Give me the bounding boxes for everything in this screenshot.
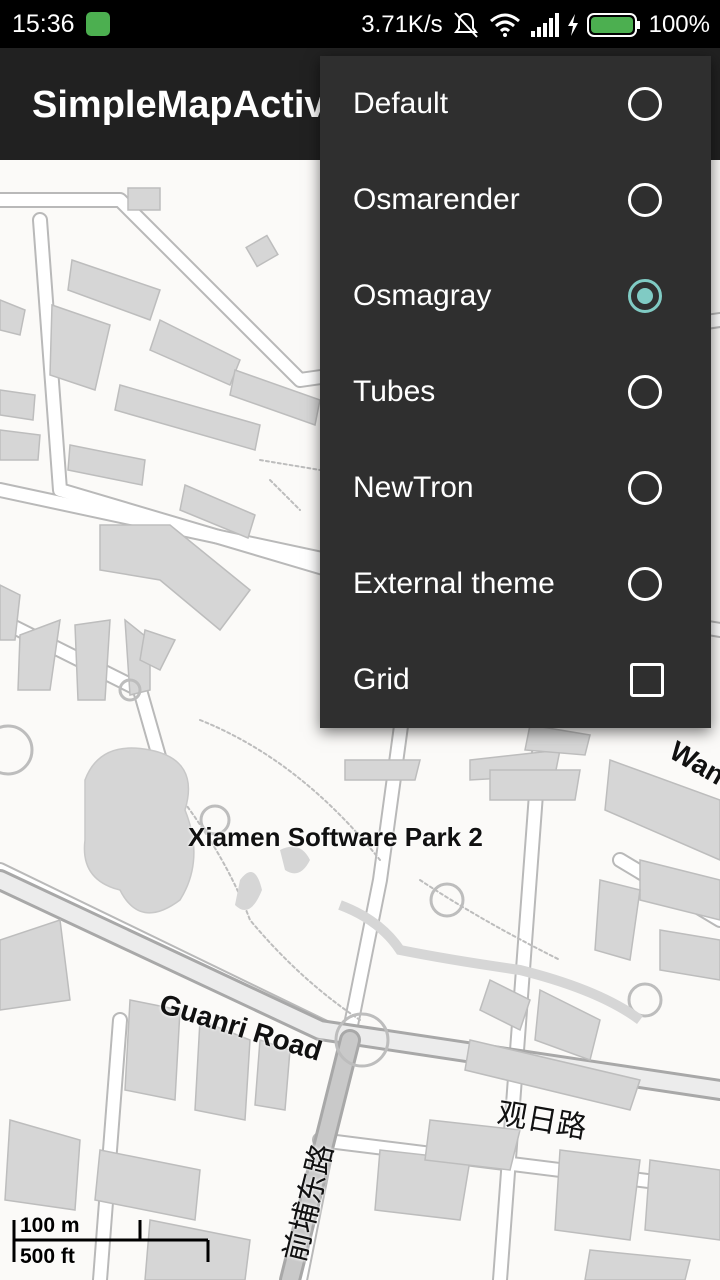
scale-imperial: 500 ft xyxy=(20,1245,75,1268)
radio-button[interactable] xyxy=(628,87,662,121)
menu-item-external-theme[interactable]: External theme xyxy=(320,536,711,632)
menu-item-label: Osmarender xyxy=(353,183,520,216)
menu-item-label: NewTron xyxy=(353,471,474,504)
menu-item-label: External theme xyxy=(353,567,555,600)
grid-checkbox[interactable] xyxy=(630,663,664,697)
scale-bar: 100 m 500 ft xyxy=(12,1212,212,1270)
menu-item-label: Grid xyxy=(353,663,410,696)
charging-icon xyxy=(567,14,578,36)
mute-icon xyxy=(453,12,478,38)
wifi-icon xyxy=(489,13,520,37)
app-notification-icon xyxy=(86,12,110,36)
menu-item-tubes[interactable]: Tubes xyxy=(320,344,711,440)
menu-item-label: Osmagray xyxy=(353,279,492,312)
status-time: 15:36 xyxy=(12,10,75,38)
radio-button[interactable] xyxy=(628,567,662,601)
menu-item-label: Tubes xyxy=(353,375,436,408)
menu-item-newtron[interactable]: NewTron xyxy=(320,440,711,536)
network-speed: 3.71K/s xyxy=(361,11,443,38)
status-bar: 15:36 3.71K/s 100% xyxy=(0,0,720,48)
radio-button[interactable] xyxy=(628,471,662,505)
scale-metric: 100 m xyxy=(20,1214,80,1237)
signal-icon xyxy=(530,13,559,37)
menu-item-osmarender[interactable]: Osmarender xyxy=(320,152,711,248)
menu-item-grid[interactable]: Grid xyxy=(320,632,711,728)
radio-button[interactable] xyxy=(628,375,662,409)
menu-item-label: Default xyxy=(353,87,449,120)
map-label-park: Xiamen Software Park 2 xyxy=(188,822,483,852)
menu-item-osmagray[interactable]: Osmagray xyxy=(320,248,711,344)
theme-menu: Default Osmarender Osmagray Tubes NewTro… xyxy=(320,56,711,728)
battery-icon xyxy=(586,13,640,37)
menu-item-default[interactable]: Default xyxy=(320,56,711,152)
battery-percent: 100% xyxy=(648,11,710,38)
radio-button-selected[interactable] xyxy=(628,279,662,313)
radio-button[interactable] xyxy=(628,183,662,217)
